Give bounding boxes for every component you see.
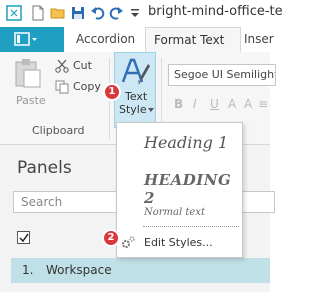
new-document-icon[interactable] — [30, 5, 46, 21]
ribbon-tabs: Accordion Format Text Inser — [0, 27, 274, 53]
save-icon[interactable] — [70, 5, 86, 21]
list-item[interactable]: 1. Workspace — [11, 258, 270, 283]
font-name-select[interactable]: Segoe UI Semilight — [168, 64, 276, 86]
undo-icon[interactable] — [90, 5, 106, 21]
tab-insert[interactable]: Inser — [244, 32, 274, 46]
list-item-label: Workspace — [46, 263, 112, 277]
paste-icon — [15, 59, 41, 88]
dropdown-separator — [143, 226, 239, 227]
highlight-button[interactable]: A — [244, 97, 252, 111]
open-folder-icon[interactable] — [50, 5, 66, 21]
style-heading-2[interactable]: HEADING 2 — [144, 171, 242, 207]
bold-button[interactable]: B — [174, 97, 183, 111]
redo-icon[interactable] — [108, 5, 124, 21]
paste-button[interactable]: Paste — [16, 94, 46, 107]
text-style-label-line2: Style — [119, 103, 147, 116]
file-tab[interactable] — [0, 27, 64, 52]
cut-button[interactable]: Cut — [73, 59, 92, 72]
style-heading-1[interactable]: Heading 1 — [144, 133, 228, 152]
align-button[interactable]: ≡ — [258, 97, 268, 111]
quick-access-toolbar: bright-mind-office-te — [0, 0, 283, 27]
clipboard-group-label: Clipboard — [32, 124, 85, 137]
step-badge-2: 2 — [102, 229, 120, 247]
text-style-dropdown: Heading 1 HEADING 2 Normal text Edit Sty… — [116, 122, 243, 258]
italic-button[interactable]: I — [193, 97, 197, 111]
style-normal-text[interactable]: Normal text — [144, 207, 205, 218]
check-icon — [19, 233, 29, 243]
customize-toolbar-icon[interactable] — [127, 5, 143, 21]
cut-icon — [55, 59, 69, 73]
step-badge-1: 1 — [103, 83, 121, 101]
list-item-number: 1. — [22, 263, 34, 277]
app-icon — [6, 5, 22, 21]
font-color-button[interactable]: A — [228, 97, 236, 111]
copy-icon — [55, 80, 69, 94]
window-title: bright-mind-office-te — [148, 4, 283, 19]
select-all-checkbox[interactable] — [17, 231, 30, 244]
text-style-icon — [121, 58, 150, 85]
tab-format-text[interactable]: Format Text — [145, 27, 241, 52]
tab-accordion[interactable]: Accordion — [76, 32, 135, 46]
chevron-down-icon — [148, 108, 154, 112]
menu-icon — [14, 32, 37, 46]
edit-styles-menu-item[interactable]: Edit Styles... — [144, 236, 213, 249]
text-style-label-line1: Text — [125, 90, 148, 103]
gear-icon — [122, 236, 135, 248]
panels-title: Panels — [17, 158, 72, 178]
underline-button[interactable]: U — [210, 97, 219, 111]
copy-button[interactable]: Copy — [73, 80, 101, 93]
